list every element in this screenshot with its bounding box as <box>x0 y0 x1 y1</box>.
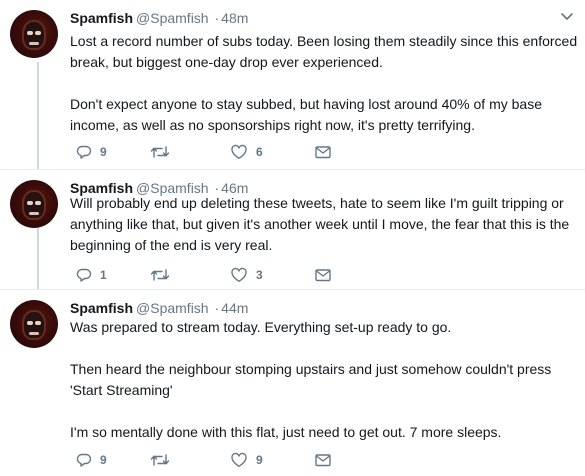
retweet-button[interactable] <box>150 142 178 162</box>
retweet-icon <box>150 146 170 158</box>
tweet-actions: 1 3 <box>70 265 370 285</box>
reply-button[interactable]: 9 <box>76 142 107 162</box>
like-icon <box>231 452 247 467</box>
direct-message-button[interactable] <box>314 450 332 470</box>
tweet-paragraph: Will probably end up deleting these twee… <box>70 195 570 253</box>
tweet-thread: Spamfish @Spamfish · 48m Lost a record num… <box>0 0 585 476</box>
display-name[interactable]: Spamfish <box>70 300 133 316</box>
timestamp[interactable]: 48m <box>221 10 248 26</box>
avatar[interactable] <box>10 180 58 228</box>
direct-message-button[interactable] <box>314 265 332 285</box>
tweet-header: Spamfish @Spamfish · 44m <box>70 298 575 318</box>
user-handle[interactable]: @Spamfish <box>136 300 209 316</box>
tweet[interactable]: Spamfish @Spamfish · 46m Will probably end… <box>0 170 585 290</box>
tweet[interactable]: Spamfish @Spamfish · 48m Lost a record num… <box>0 0 585 170</box>
reply-count: 9 <box>100 453 107 467</box>
reply-icon <box>76 145 92 159</box>
user-handle[interactable]: @Spamfish <box>136 10 209 26</box>
direct-message-button[interactable] <box>314 142 332 162</box>
direct-message-icon <box>315 146 331 159</box>
avatar[interactable] <box>10 10 58 58</box>
retweet-icon <box>150 269 170 281</box>
avatar[interactable] <box>10 300 58 348</box>
tweet-paragraph: Lost a record number of subs today. Been… <box>70 33 578 70</box>
tweet-text: Lost a record number of subs today. Been… <box>70 31 578 136</box>
tweet-paragraph: Then heard the neighbour stomping upstai… <box>70 361 552 398</box>
tweet[interactable]: Spamfish @Spamfish · 44m Was prepared to s… <box>0 290 585 476</box>
reply-button[interactable]: 9 <box>76 450 107 470</box>
like-count: 3 <box>256 268 263 282</box>
reply-button[interactable]: 1 <box>76 265 107 285</box>
direct-message-icon <box>315 454 331 467</box>
tweet-actions: 9 9 <box>70 450 370 470</box>
tweet-paragraph: Was prepared to stream today. Everything… <box>70 319 452 335</box>
like-count: 6 <box>256 145 263 159</box>
retweet-icon <box>150 454 170 466</box>
tweet-text: Will probably end up deleting these twee… <box>70 193 578 256</box>
direct-message-icon <box>315 269 331 282</box>
tweet-actions: 9 6 <box>70 142 370 162</box>
like-button[interactable]: 3 <box>230 265 263 285</box>
separator-dot: · <box>214 10 220 26</box>
reply-icon <box>76 268 92 282</box>
reply-count: 9 <box>100 145 107 159</box>
tweet-paragraph: Don't expect anyone to stay subbed, but … <box>70 96 542 133</box>
tweet-header: Spamfish @Spamfish · 48m <box>70 8 575 28</box>
caret-down-icon[interactable] <box>559 8 575 24</box>
tweet-text: Was prepared to stream today. Everything… <box>70 317 578 443</box>
like-button[interactable]: 6 <box>230 142 263 162</box>
timestamp[interactable]: 44m <box>221 300 248 316</box>
like-icon <box>231 144 247 159</box>
retweet-button[interactable] <box>150 265 178 285</box>
like-count: 9 <box>256 453 263 467</box>
like-icon <box>231 267 247 282</box>
separator-dot: · <box>214 300 220 316</box>
reply-count: 1 <box>100 268 107 282</box>
like-button[interactable]: 9 <box>230 450 263 470</box>
reply-icon <box>76 453 92 467</box>
retweet-button[interactable] <box>150 450 178 470</box>
tweet-paragraph: I'm so mentally done with this flat, jus… <box>70 424 502 440</box>
display-name[interactable]: Spamfish <box>70 10 133 26</box>
